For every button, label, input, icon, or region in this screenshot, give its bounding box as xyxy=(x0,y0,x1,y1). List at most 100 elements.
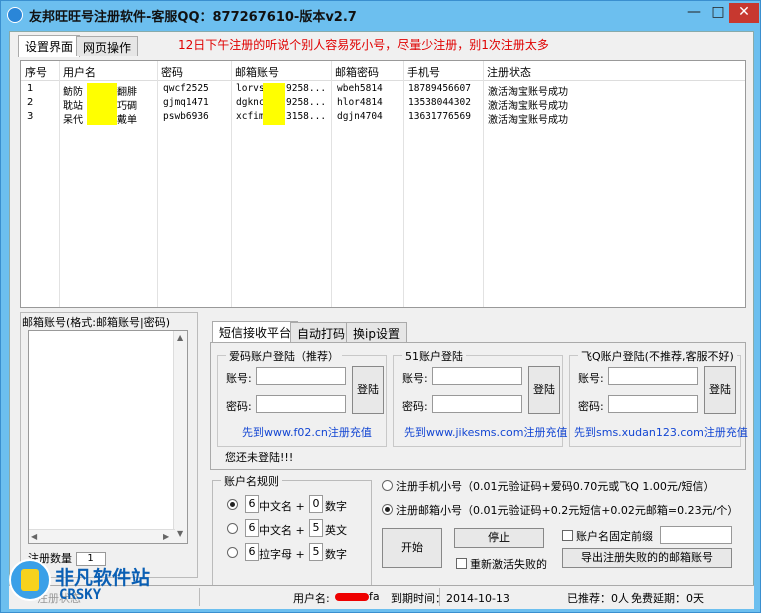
feiq-password-input[interactable] xyxy=(608,395,698,413)
aima-password-input[interactable] xyxy=(256,395,346,413)
prefix-input[interactable] xyxy=(660,526,732,544)
rule-3-count-2[interactable]: 5 xyxy=(309,543,323,561)
start-button[interactable]: 开始 xyxy=(382,528,442,568)
rule-1-text-1: 中文名 + xyxy=(259,500,305,513)
cell-email-start: lorvs xyxy=(236,83,265,94)
register-phone-radio[interactable] xyxy=(382,480,393,491)
aima-login-button[interactable]: 登陆 xyxy=(352,366,384,414)
email-panel-label: 邮箱账号(格式:邮箱账号|密码) xyxy=(22,316,170,329)
table-row[interactable]: 2 耽站 巧碉 gjmq1471 dgknc 9258... hlor4814 … xyxy=(21,97,745,112)
export-failed-button[interactable]: 导出注册失败的的邮箱账号 xyxy=(562,548,732,568)
rule-1-count-1[interactable]: 6 xyxy=(245,495,259,513)
scroll-left-arrow-icon[interactable]: ◀ xyxy=(31,532,37,541)
watermark-en: CRSKY xyxy=(59,587,102,603)
register-email-radio[interactable] xyxy=(382,504,393,515)
col-header-status[interactable]: 注册状态 xyxy=(487,64,531,80)
cell-username-end: 翻腓 xyxy=(117,87,137,98)
main-client: 设置界面 网页操作 12日下午注册的听说个别人容易死小号，尽量少注册，别1次注册… xyxy=(9,31,754,609)
s51-password-input[interactable] xyxy=(432,395,522,413)
cell-username-end: 戴单 xyxy=(117,115,137,126)
vertical-scrollbar[interactable]: ▲ ▼ xyxy=(173,331,187,543)
rule-3-text-1: 拉字母 + xyxy=(259,548,305,561)
tab-auto-captcha[interactable]: 自动打码 xyxy=(290,322,353,342)
cell-no: 3 xyxy=(27,111,34,122)
stop-button[interactable]: 停止 xyxy=(454,528,544,548)
status-expire: 到期时间：2014-10-13 xyxy=(391,592,510,605)
redaction-mask xyxy=(87,111,117,125)
minimize-button[interactable]: — xyxy=(681,3,707,23)
cell-username-start: 呆代 xyxy=(63,115,83,126)
feiq-password-label: 密码: xyxy=(578,400,604,413)
scroll-down-arrow-icon[interactable]: ▼ xyxy=(177,529,183,538)
col-header-phone[interactable]: 手机号 xyxy=(407,64,440,80)
rule-radio-3[interactable] xyxy=(227,547,238,558)
cell-no: 1 xyxy=(27,83,34,94)
title-qq: 877267610 xyxy=(212,10,294,25)
app-window: 友邦旺旺号注册软件-客服QQ：877267610-版本v2.7 — □ ✕ 设置… xyxy=(0,0,761,613)
table-row[interactable]: 3 呆代 戴单 pswb6936 xcfim 3158... dgjn4704 … xyxy=(21,111,745,126)
s51-account-input[interactable] xyxy=(432,367,522,385)
tab-web-ops[interactable]: 网页操作 xyxy=(76,36,139,56)
redaction-mask xyxy=(87,97,117,111)
horizontal-scrollbar[interactable]: ◀ ▶ xyxy=(29,529,175,543)
redaction-mask xyxy=(263,111,285,125)
sms-platform-panel: 爱码账户登陆（推荐） 账号: 密码: 登陆 先到www.f02.cn注册充值 5… xyxy=(210,342,748,470)
rule-3-count-1[interactable]: 6 xyxy=(245,543,259,561)
col-header-username[interactable]: 用户名 xyxy=(63,64,96,80)
cell-email-end: 3158... xyxy=(286,111,327,122)
window-title: 友邦旺旺号注册软件-客服QQ：877267610-版本v2.7 xyxy=(29,6,357,25)
aima-account-label: 账号: xyxy=(226,372,252,385)
prefix-checkbox[interactable] xyxy=(562,530,573,541)
tab-ip-settings[interactable]: 换ip设置 xyxy=(346,322,407,342)
cell-phone: 18789456607 xyxy=(408,83,471,94)
accounts-table[interactable]: 序号 用户名 密码 邮箱账号 邮箱密码 手机号 注册状态 1 鲂防 翻腓 qwc… xyxy=(20,60,746,308)
status-recommended: 已推荐：0人 xyxy=(567,592,629,605)
s51-group-title: 51账户登陆 xyxy=(402,348,466,364)
aima-register-link[interactable]: 先到www.f02.cn注册充值 xyxy=(242,424,372,440)
feiq-group-title: 飞Q账户登陆(不推荐,客服不好) xyxy=(578,348,737,364)
col-header-password[interactable]: 密码 xyxy=(161,64,183,80)
login-status-text: 您还未登陆!!! xyxy=(225,451,294,464)
s51-register-link[interactable]: 先到www.jikesms.com注册充值 xyxy=(404,424,568,440)
tab-settings[interactable]: 设置界面 xyxy=(18,35,81,57)
close-button[interactable]: ✕ xyxy=(729,3,759,23)
cell-email-password: dgjn4704 xyxy=(337,111,383,122)
feiq-account-input[interactable] xyxy=(608,367,698,385)
rule-1-count-2[interactable]: 0 xyxy=(309,495,323,513)
col-header-email-password[interactable]: 邮箱密码 xyxy=(335,64,379,80)
rule-2-count-1[interactable]: 6 xyxy=(245,519,259,537)
email-accounts-textarea[interactable]: ▲ ▼ ◀ ▶ xyxy=(28,330,188,544)
s51-login-button[interactable]: 登陆 xyxy=(528,366,560,414)
cell-username-start: 耽站 xyxy=(63,101,83,112)
feiq-login-button[interactable]: 登陆 xyxy=(704,366,736,414)
rule-2-count-2[interactable]: 5 xyxy=(309,519,323,537)
tab-sms-platform[interactable]: 短信接收平台 xyxy=(212,321,299,343)
cell-no: 2 xyxy=(27,97,34,108)
col-header-email[interactable]: 邮箱账号 xyxy=(235,64,279,80)
s51-login-group: 51账户登陆 账号: 密码: 登陆 先到www.jikesms.com注册充值 xyxy=(393,348,568,447)
table-header: 序号 用户名 密码 邮箱账号 邮箱密码 手机号 注册状态 xyxy=(21,61,745,81)
table-row[interactable]: 1 鲂防 翻腓 qwcf2525 lorvs 9258... wbeh5814 … xyxy=(21,83,745,98)
scroll-right-arrow-icon[interactable]: ▶ xyxy=(163,532,169,541)
cell-status: 激活淘宝账号成功 xyxy=(488,101,568,112)
cell-email-start: dgknc xyxy=(236,97,265,108)
status-user-tail: fa xyxy=(369,590,380,603)
rule-2-text-2: 英文 xyxy=(325,524,347,537)
reactivate-checkbox[interactable] xyxy=(456,558,467,569)
cell-password: pswb6936 xyxy=(163,111,209,122)
username-rules-group: 账户名规则 6 中文名 + 0 数字 6 中文名 + 5 英文 6 拉字母 + … xyxy=(212,473,372,600)
scroll-up-arrow-icon[interactable]: ▲ xyxy=(177,333,183,342)
aima-account-input[interactable] xyxy=(256,367,346,385)
watermark: 非凡软件站 CRSKY xyxy=(1,549,181,611)
title-bar[interactable]: 友邦旺旺号注册软件-客服QQ：877267610-版本v2.7 — □ ✕ xyxy=(1,1,760,29)
feiq-register-link[interactable]: 先到sms.xudan123.com注册充值 xyxy=(574,424,748,440)
maximize-button[interactable]: □ xyxy=(705,3,731,23)
s51-account-label: 账号: xyxy=(402,372,428,385)
rule-radio-1[interactable] xyxy=(227,499,238,510)
rule-radio-2[interactable] xyxy=(227,523,238,534)
status-divider xyxy=(439,588,440,606)
title-prefix: 友邦旺旺号注册软件-客服QQ： xyxy=(29,10,213,25)
col-header-no[interactable]: 序号 xyxy=(25,64,47,80)
redaction-mask xyxy=(87,83,117,97)
cell-phone: 13538044302 xyxy=(408,97,471,108)
